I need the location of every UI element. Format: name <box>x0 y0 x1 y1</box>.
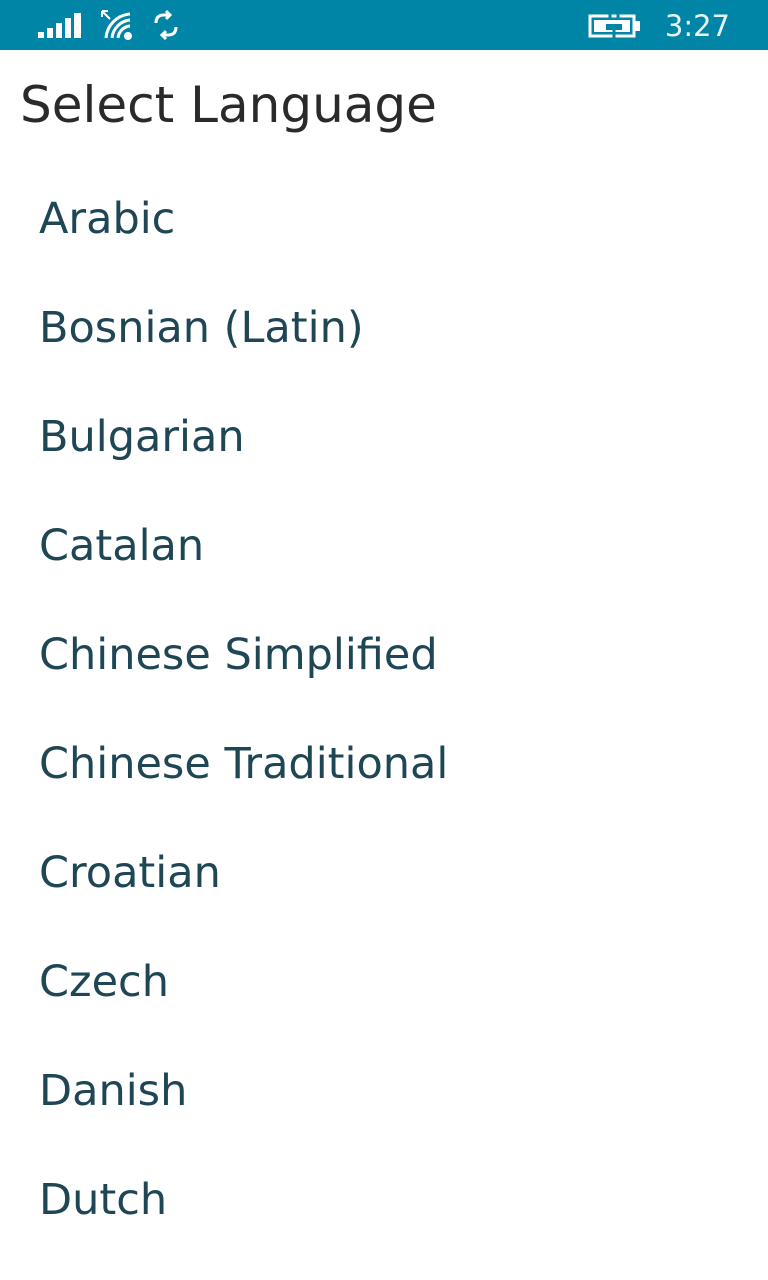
signal-icon <box>36 0 86 50</box>
list-item-arabic[interactable]: Arabic <box>0 164 768 273</box>
list-item-danish[interactable]: Danish <box>0 1036 768 1145</box>
clock: 3:27 <box>664 9 730 43</box>
list-item-bulgarian[interactable]: Bulgarian <box>0 382 768 491</box>
wifi-icon <box>100 0 136 50</box>
page-title: Select Language <box>20 76 437 134</box>
list-item-dutch[interactable]: Dutch <box>0 1145 768 1254</box>
status-bar: 3:27 <box>0 0 768 50</box>
language-list: Arabic Bosnian (Latin) Bulgarian Catalan… <box>0 164 768 1254</box>
sync-icon <box>152 0 180 50</box>
list-item-czech[interactable]: Czech <box>0 927 768 1036</box>
list-item-catalan[interactable]: Catalan <box>0 491 768 600</box>
list-item-chinese-traditional[interactable]: Chinese Traditional <box>0 709 768 818</box>
list-item-croatian[interactable]: Croatian <box>0 818 768 927</box>
list-item-chinese-simplified[interactable]: Chinese Simplified <box>0 600 768 709</box>
list-item-bosnian-latin[interactable]: Bosnian (Latin) <box>0 273 768 382</box>
battery-charging-icon <box>588 0 642 50</box>
